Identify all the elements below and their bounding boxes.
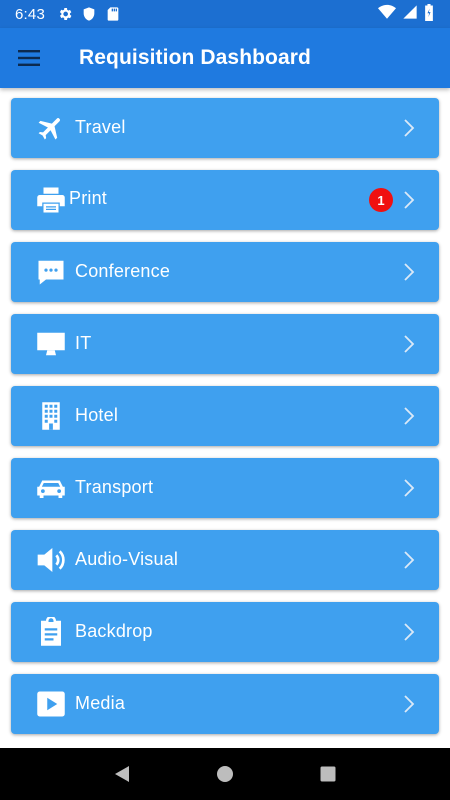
back-icon[interactable]	[110, 762, 134, 786]
monitor-icon	[35, 328, 67, 360]
play-icon	[35, 688, 67, 720]
wifi-icon	[378, 4, 396, 24]
list-item-label: IT	[75, 332, 92, 353]
car-icon	[35, 472, 67, 504]
list-item-label: Audio-Visual	[75, 548, 179, 569]
chevron-right-icon	[404, 407, 415, 425]
home-icon[interactable]	[213, 762, 237, 786]
list-item-backdrop[interactable]: Backdrop	[11, 602, 439, 662]
recents-icon[interactable]	[316, 762, 340, 786]
status-time: 6:43	[15, 5, 45, 23]
notification-badge: 1	[369, 188, 393, 212]
chevron-right-icon	[404, 551, 415, 569]
chevron-right-icon	[404, 479, 415, 497]
chevron-right-icon	[404, 335, 415, 353]
list-item-transport[interactable]: Transport	[11, 458, 439, 518]
chevron-right-icon	[404, 191, 415, 209]
list-item-label: Travel	[75, 116, 126, 137]
printer-icon	[35, 184, 67, 216]
list-item-label: Transport	[75, 476, 154, 497]
chevron-right-icon	[404, 119, 415, 137]
shield-icon	[81, 6, 97, 22]
chevron-right-icon	[404, 623, 415, 641]
sd-card-icon	[105, 6, 121, 22]
chevron-right-icon	[404, 695, 415, 713]
requisition-list: Travel Print 1 Conference IT Hotel Trans…	[11, 98, 440, 746]
list-item-label: Hotel	[75, 404, 119, 425]
battery-icon	[424, 3, 434, 25]
gear-icon	[57, 6, 73, 22]
chat-bubble-icon	[35, 256, 67, 288]
list-item-travel[interactable]: Travel	[11, 98, 439, 158]
list-item-label: Media	[75, 692, 126, 713]
signal-icon	[402, 4, 418, 24]
system-nav-bar	[0, 748, 450, 800]
app-bar: Requisition Dashboard	[0, 28, 450, 88]
list-item-hotel[interactable]: Hotel	[11, 386, 439, 446]
list-item-label: Conference	[75, 260, 171, 281]
hamburger-menu-icon[interactable]	[0, 28, 60, 88]
airplane-icon	[35, 112, 67, 144]
list-item-conference[interactable]: Conference	[11, 242, 439, 302]
dashboard-content: Travel Print 1 Conference IT Hotel Trans…	[0, 88, 450, 748]
page-title: Requisition Dashboard	[79, 46, 311, 69]
building-icon	[35, 400, 67, 432]
chevron-right-icon	[404, 263, 415, 281]
clipboard-icon	[35, 616, 67, 648]
list-item-print[interactable]: Print 1	[11, 170, 439, 230]
list-item-it[interactable]: IT	[11, 314, 439, 374]
status-right-icons	[378, 3, 434, 25]
list-item-audio-visual[interactable]: Audio-Visual	[11, 530, 439, 590]
list-item-label: Backdrop	[75, 620, 153, 641]
speaker-icon	[35, 544, 67, 576]
list-item-label: Print	[69, 187, 108, 208]
list-item-media[interactable]: Media	[11, 674, 439, 734]
status-bar: 6:43	[0, 0, 450, 28]
